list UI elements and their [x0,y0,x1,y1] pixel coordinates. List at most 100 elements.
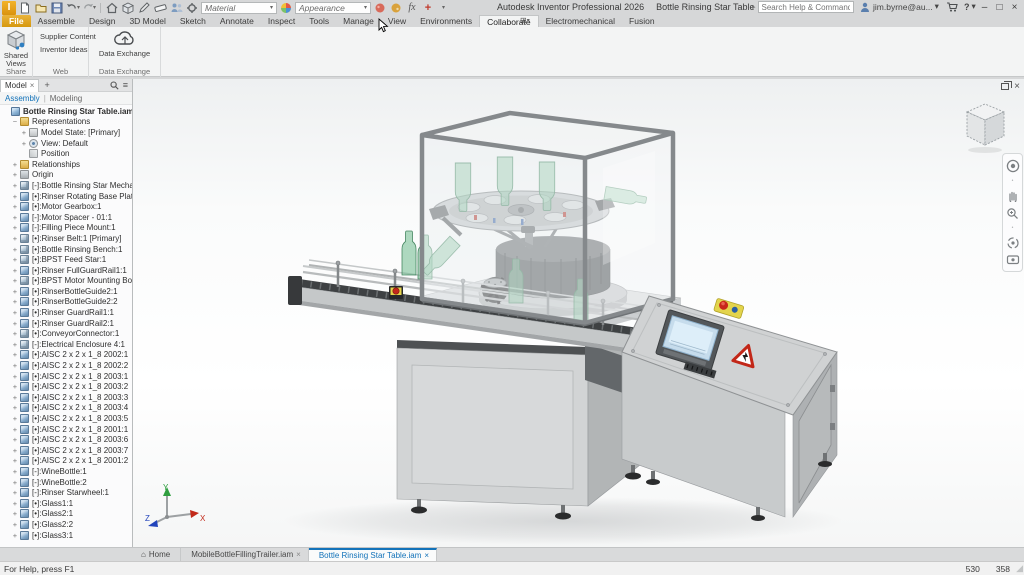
tree-expander[interactable]: + [11,414,19,423]
tree-item[interactable]: + [•]:AISC 2 x 2 x 1_8 2003:4 [0,403,132,414]
document-close-icon[interactable]: × [1014,81,1020,92]
tree-item[interactable]: + [•]:AISC 2 x 2 x 1_8 2003:7 [0,445,132,456]
tree-item[interactable]: + Model State: [Primary] [0,127,132,138]
tree-expander[interactable]: + [11,308,19,317]
minimize-button[interactable]: – [977,0,992,14]
open-icon[interactable] [34,1,48,14]
signed-in-user[interactable]: jim.byrne@au... [873,2,933,12]
tree-item[interactable]: + [•]:AISC 2 x 2 x 1_8 2001:2 [0,456,132,467]
document-tab[interactable]: MobileBottleFillingTrailer.iam × [181,548,309,561]
tree-item[interactable]: Bottle Rinsing Star Table.iam [0,106,132,117]
help-menu[interactable]: ? [964,2,970,12]
tree-expander[interactable]: + [11,276,19,285]
tree-item[interactable]: + [•]:AISC 2 x 2 x 1_8 2001:1 [0,424,132,435]
new-file-icon[interactable] [18,1,32,14]
tree-item[interactable]: + [•]:AISC 2 x 2 x 1_8 2002:2 [0,360,132,371]
look-at-icon[interactable] [1006,254,1020,265]
tree-expander[interactable]: + [11,382,19,391]
tree-expander[interactable]: + [11,192,19,201]
tree-item[interactable]: + Relationships [0,159,132,170]
tree-item[interactable]: + [•]:BPST Motor Mounting Box:1 [0,276,132,287]
tree-expander[interactable]: + [11,446,19,455]
ribbon-tab[interactable]: Inspect [261,15,302,27]
ribbon-tab[interactable]: Design [82,15,122,27]
tree-item[interactable]: + [•]:BPST Feed Star:1 [0,254,132,265]
redo-icon[interactable]: ▾ [82,1,96,14]
tree-expander[interactable]: + [11,361,19,370]
tree-item[interactable]: + [•]:ConveyorConnector:1 [0,328,132,339]
tree-item[interactable]: Position [0,148,132,159]
tree-expander[interactable]: + [11,297,19,306]
tree-expander[interactable]: + [11,531,19,540]
ribbon-tab[interactable]: Annotate [213,15,261,27]
tree-expander[interactable]: + [11,435,19,444]
tree-item[interactable]: + [-]:Motor Spacer - 01:1 [0,212,132,223]
save-icon[interactable] [50,1,64,14]
tree-expander[interactable]: + [11,372,19,381]
tree-expander[interactable]: + [11,509,19,518]
tree-item[interactable]: + [•]:Rinser GuardRail1:1 [0,307,132,318]
appearance-combo[interactable]: Appearance▾ [295,2,371,14]
tree-item[interactable]: + [•]:RinserBottleGuide2:1 [0,286,132,297]
share-panel-label[interactable]: Share [0,67,32,76]
tree-expander[interactable]: + [11,456,19,465]
tree-item[interactable]: + [•]:AISC 2 x 2 x 1_8 2003:5 [0,413,132,424]
tree-expander[interactable]: + [11,202,19,211]
document-tab[interactable]: ⌂ Home [134,548,181,561]
tree-item[interactable]: + [•]:AISC 2 x 2 x 1_8 2003:3 [0,392,132,403]
adjust-appearance-icon[interactable] [373,1,387,14]
zoom-icon[interactable] [1006,207,1019,220]
tree-item[interactable]: + [•]:AISC 2 x 2 x 1_8 2003:1 [0,371,132,382]
fx-parameters-icon[interactable]: fx [405,1,419,14]
tree-item[interactable]: + [-]:Electrical Enclosure 4:1 [0,339,132,350]
tree-expander[interactable]: + [11,499,19,508]
browser-tab-close-icon[interactable]: × [30,81,35,90]
tree-expander[interactable]: + [11,403,19,412]
tree-item[interactable]: + [•]:RinserBottleGuide2:2 [0,297,132,308]
ribbon-tab[interactable]: File [2,15,31,27]
document-restore-icon[interactable] [1001,83,1009,90]
tree-item[interactable]: + [•]:Glass1:1 [0,498,132,509]
tree-item[interactable]: + [•]:Rinser FullGuardRail1:1 [0,265,132,276]
tree-expander[interactable]: + [11,319,19,328]
emergency-stop-conveyor[interactable] [389,286,403,299]
ribbon-overflow-icon[interactable]: ⊞▾ [520,16,530,25]
sketch-pencil-icon[interactable] [137,1,151,14]
tree-item[interactable]: + Origin [0,170,132,181]
ribbon-tab[interactable]: Electromechanical [539,15,622,27]
tree-expander[interactable]: − [11,117,19,126]
tree-expander[interactable]: + [11,213,19,222]
tree-expander[interactable]: + [11,467,19,476]
tree-item[interactable]: + [•]:AISC 2 x 2 x 1_8 2003:2 [0,381,132,392]
tree-expander[interactable]: + [11,160,19,169]
tree-item[interactable]: + [•]:Glass2:1 [0,509,132,520]
document-tab-close-icon[interactable]: × [424,551,429,560]
3d-viewport-canvas[interactable]: × [133,79,1024,547]
close-button[interactable]: × [1007,0,1022,14]
tree-expander[interactable]: + [20,128,28,137]
ribbon-tab[interactable]: Manage [336,15,381,27]
tree-expander[interactable]: + [11,478,19,487]
add-icon[interactable]: + [421,1,435,14]
document-tab[interactable]: Bottle Rinsing Star Table.iam × [309,548,437,561]
tree-item[interactable]: + [•]:AISC 2 x 2 x 1_8 2003:6 [0,434,132,445]
tree-expander[interactable]: + [11,329,19,338]
tree-item[interactable]: + [-]:WineBottle:2 [0,477,132,488]
navigation-wheel-icon[interactable] [1006,159,1020,173]
swatch-icon[interactable] [389,1,403,14]
tree-expander[interactable]: + [20,139,28,148]
tree-expander[interactable]: + [11,170,19,179]
browser-menu-icon[interactable]: ≡ [123,80,128,90]
ribbon-tab[interactable]: Environments [413,15,479,27]
tree-item[interactable]: + [-]:Bottle Rinsing Star Mechanism:1 [0,180,132,191]
ribbon-tab[interactable]: Tools [302,15,336,27]
mode-modeling-link[interactable]: Modeling [50,94,82,103]
browser-add-tab-button[interactable]: + [39,80,54,90]
tree-expander[interactable]: + [11,393,19,402]
material-combo[interactable]: Material▾ [201,2,277,14]
tree-expander[interactable]: + [11,520,19,529]
tree-item[interactable]: − Representations [0,117,132,128]
tree-item[interactable]: + [•]:Rinser GuardRail2:1 [0,318,132,329]
tree-expander[interactable]: + [11,287,19,296]
console-emergency-stop[interactable] [714,298,745,319]
